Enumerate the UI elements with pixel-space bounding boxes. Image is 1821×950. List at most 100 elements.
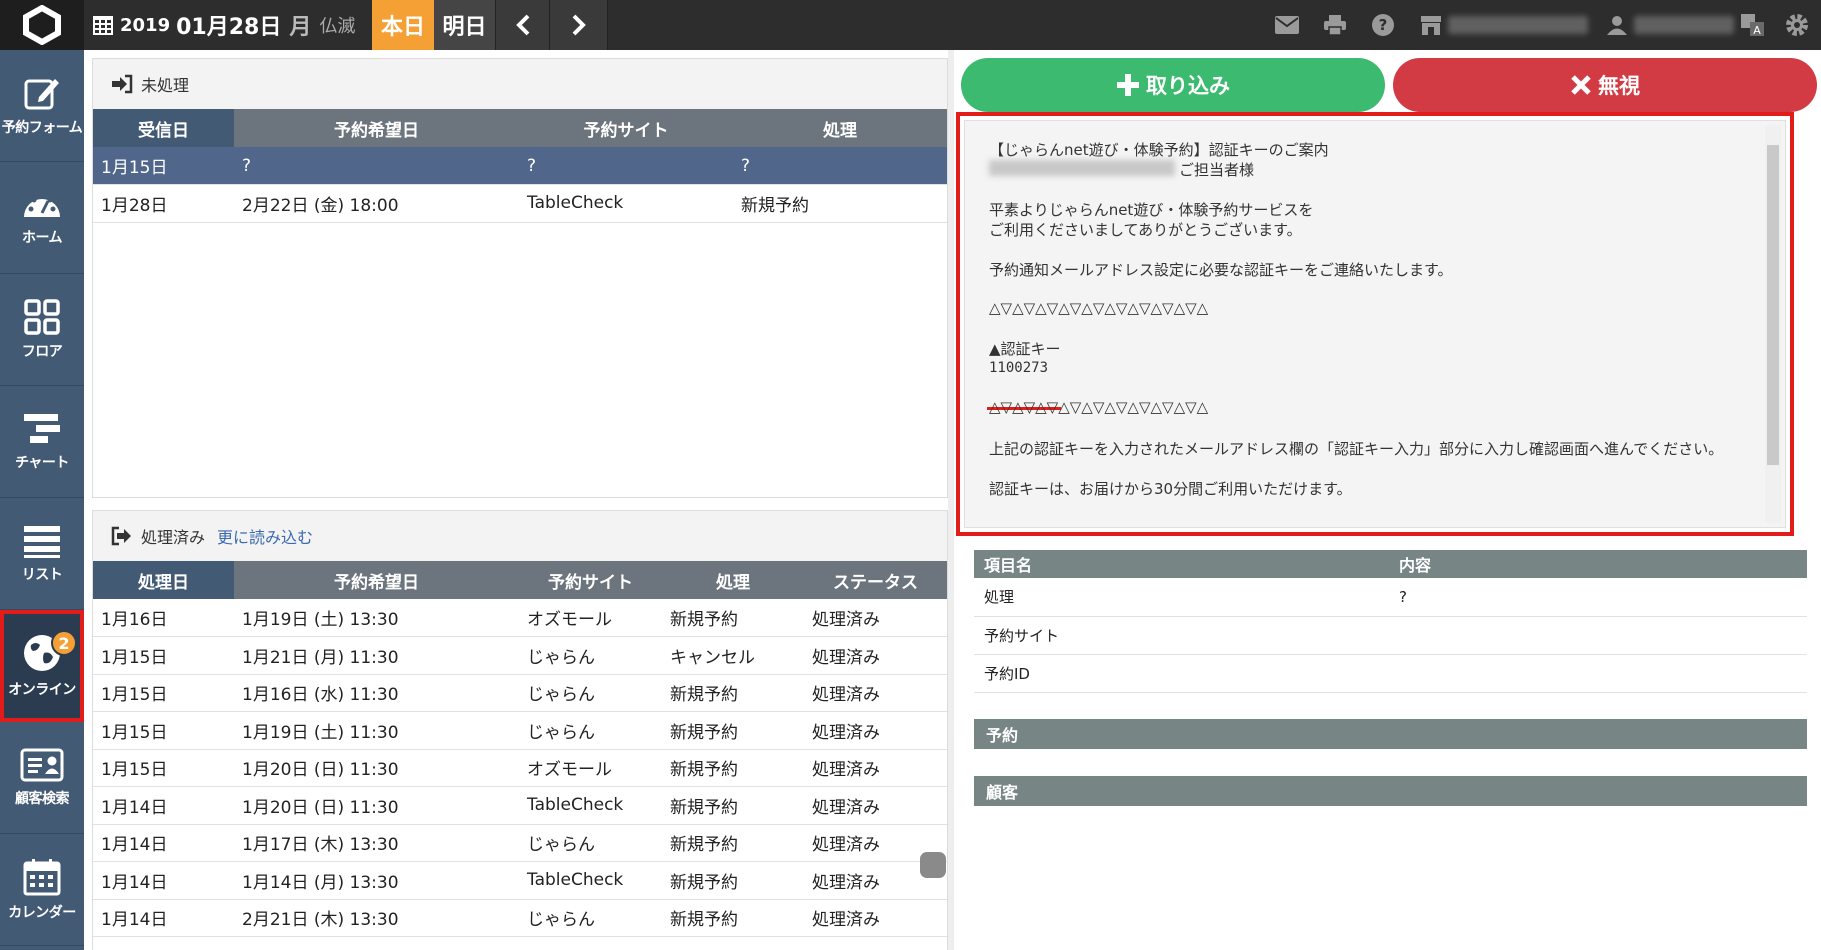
tomorrow-button[interactable]: 明日 [434,0,496,50]
sidebar-item-reservation-form[interactable]: 予約フォーム [0,50,84,162]
table-cell: 1月20日 (日) 11:30 [234,786,519,825]
plus-icon [1117,74,1139,96]
reservation-section-header[interactable]: 予約 [974,719,1807,749]
table-row[interactable]: 1月15日 1月20日 (日) 11:30 オズモール 新規予約 処理済み [93,749,947,787]
sidebar-item-customer-search[interactable]: 顧客検索 [0,722,84,834]
table-cell: 1月14日 [93,899,234,937]
table-cell: ? [234,147,519,185]
table-row[interactable]: 1月15日 ? ? ? [93,147,947,185]
date-display[interactable]: 2019 01月28日 月 仏滅 [84,0,355,50]
processed-panel: 処理済み 更に読み込む 処理日 予約希望日 予約サイト 処理 ステータス 1月1… [92,510,948,950]
sign-out-icon [111,526,131,546]
mail-greeting: ご担当者様 [1179,161,1255,179]
table-cell: 1月15日 [93,749,234,787]
load-more-link[interactable]: 更に読み込む [217,524,313,548]
next-day-button[interactable] [550,0,608,50]
table-row[interactable]: 1月15日 1月19日 (土) 11:30 じゃらん 新規予約 処理済み [93,711,947,750]
mail-scrollbar[interactable] [1765,125,1781,523]
pane-divider[interactable] [948,50,954,950]
scroll-handle[interactable] [920,852,946,878]
help-icon[interactable]: ? [1370,13,1396,37]
table-cell: ? [1389,578,1807,617]
table-row[interactable]: 1月14日 2月21日 (木) 13:30 じゃらん 新規予約 処理済み [93,899,947,937]
dashboard-icon [24,193,60,217]
column-header: 項目名 [974,550,1389,578]
table-row[interactable]: 1月14日 1月17日 (木) 13:30 じゃらん 新規予約 処理済み [93,824,947,862]
translate-icon[interactable]: A [1740,13,1766,37]
app-logo[interactable] [0,0,84,50]
column-header[interactable]: ステータス [804,561,947,599]
pending-title: 未処理 [141,76,190,95]
sidebar-item-label: 顧客検索 [15,790,70,807]
user-name-redacted [1634,16,1734,34]
store-icon[interactable] [1418,13,1444,37]
table-cell: じゃらん [519,636,662,675]
mail-body[interactable]: 【じゃらんnet遊び・体験予約】認証キーのご案内 ご担当者様 平素よりじゃらんn… [964,120,1786,528]
table-cell: 2月22日 (金) 18:00 [234,184,519,223]
table-row[interactable]: 1月15日 1月16日 (水) 11:30 じゃらん 新規予約 処理済み [93,674,947,712]
sidebar-item-label: フロア [21,343,63,360]
mail-scroll-thumb[interactable] [1767,145,1779,465]
date-month-day: 01月28日 [176,15,282,40]
pending-panel: 未処理 受信日 予約希望日 予約サイト 処理 1月15日 ? ? ? 1月28日… [92,58,948,498]
calendar-grid-icon [93,16,113,35]
table-cell: 新規予約 [662,824,804,862]
table-cell: 処理済み [804,786,947,825]
table-cell: 新規予約 [662,599,804,637]
sidebar-item-home[interactable]: ホーム [0,162,84,274]
table-cell: TableCheck [519,861,662,900]
table-cell: 1月14日 (月) 13:30 [234,861,519,900]
table-cell: 1月16日 [93,599,234,637]
mail-icon[interactable] [1274,13,1300,37]
grid-icon [24,298,60,335]
column-header[interactable]: 受信日 [93,109,234,147]
table-cell: 1月19日 (土) 11:30 [234,711,519,750]
table-cell: じゃらん [519,899,662,937]
column-header[interactable]: 処理日 [93,561,234,599]
mail-preview: 【じゃらんnet遊び・体験予約】認証キーのご案内 ご担当者様 平素よりじゃらんn… [956,112,1794,536]
gear-icon[interactable] [1784,13,1810,37]
user-icon[interactable] [1604,13,1630,37]
column-header[interactable]: 処理 [733,109,947,147]
table-row[interactable]: 1月28日 2月22日 (金) 18:00 TableCheck 新規予約 [93,184,947,223]
print-icon[interactable] [1322,13,1348,37]
table-row[interactable]: 1月14日 1月14日 (月) 13:30 TableCheck 新規予約 処理済み [93,861,947,900]
mail-divider-line: △▽△▽△▽△▽△▽△▽△▽△▽△▽△ [989,299,1209,317]
column-header[interactable]: 予約サイト [519,109,733,147]
sidebar-item-floor[interactable]: フロア [0,274,84,386]
table-cell: 予約サイト [974,616,1389,655]
import-button[interactable]: 取り込み [961,58,1385,112]
column-header[interactable]: 予約希望日 [234,109,519,147]
table-cell: 1月16日 (水) 11:30 [234,674,519,712]
table-row[interactable]: 1月14日 1月20日 (日) 11:30 TableCheck 新規予約 処理済み [93,786,947,825]
table-cell: 2月21日 (木) 13:30 [234,899,519,937]
table-cell: 1月15日 [93,636,234,675]
table-cell: TableCheck [519,786,662,825]
table-row[interactable]: 1月15日 1月21日 (月) 11:30 じゃらん キャンセル 処理済み [93,636,947,675]
column-header[interactable]: 予約サイト [519,561,662,599]
sidebar-item-calendar[interactable]: カレンダー [0,834,84,946]
sidebar-item-label: ホーム [21,229,63,246]
table-cell: 1月21日 (月) 11:30 [234,636,519,675]
today-button[interactable]: 本日 [372,0,434,50]
column-header[interactable]: 予約希望日 [234,561,519,599]
table-cell: 処理 [974,578,1389,617]
sidebar-item-label: カレンダー [8,904,76,921]
sidebar-item-online[interactable]: 2 オンライン [0,610,84,722]
prev-day-button[interactable] [496,0,550,50]
column-header[interactable]: 処理 [662,561,804,599]
pending-table: 受信日 予約希望日 予約サイト 処理 1月15日 ? ? ? 1月28日 2月2… [93,109,947,223]
sidebar: 予約フォーム ホーム フロア チャート リスト 2 オンライン 顧客検索 カレン… [0,50,84,950]
table-row: 予約サイト [974,616,1807,655]
date-year: 2019 [120,14,171,36]
ignore-button[interactable]: 無視 [1393,58,1817,112]
table-cell: 新規予約 [662,749,804,787]
table-cell: TableCheck [519,184,733,223]
sidebar-item-list[interactable]: リスト [0,498,84,610]
customer-section-header[interactable]: 顧客 [974,776,1807,806]
mail-subject: 【じゃらんnet遊び・体験予約】認証キーのご案内 [989,141,1329,159]
processed-table-body: 1月16日 1月19日 (土) 13:30 オズモール 新規予約 処理済み 1月15日 1月… [93,599,947,937]
sidebar-item-chart[interactable]: チャート [0,386,84,498]
ignore-label: 無視 [1598,74,1640,98]
table-row[interactable]: 1月16日 1月19日 (土) 13:30 オズモール 新規予約 処理済み [93,599,947,637]
